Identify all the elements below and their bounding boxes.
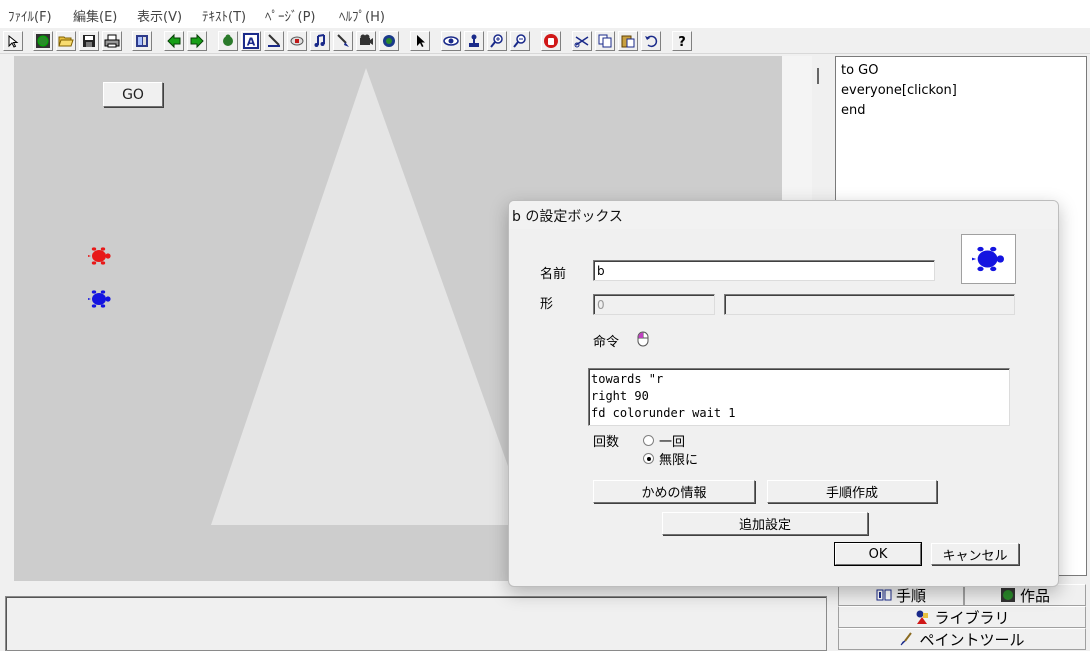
turtle-icon	[971, 246, 1004, 272]
make-procedure-button[interactable]: 手順作成	[767, 480, 937, 503]
shape-field: 0	[593, 294, 715, 315]
procedure-line: everyone[clickon]	[841, 83, 957, 98]
procedure-line: to GO	[841, 63, 879, 78]
menu-text[interactable]: ﾃｷｽﾄ(T)	[202, 6, 246, 25]
globe-icon	[1000, 588, 1015, 602]
help-icon[interactable]: ?	[672, 31, 692, 51]
svg-text:A: A	[247, 36, 256, 49]
turtle-red[interactable]	[87, 244, 113, 268]
text-box-icon[interactable]: A	[241, 31, 261, 51]
menubar: ﾌｧｲﾙ(F) 編集(E) 表示(V) ﾃｷｽﾄ(T) ﾍﾟｰｼﾞ(P) ﾍﾙﾌ…	[0, 0, 1090, 28]
camera-icon[interactable]	[356, 31, 376, 51]
tab-procedures-label: 手順	[895, 586, 926, 605]
copy-icon[interactable]	[595, 31, 615, 51]
turtle-icon[interactable]	[379, 31, 399, 51]
tab-procedures[interactable]: 手順	[838, 584, 964, 606]
go-button[interactable]: GO	[103, 82, 163, 107]
arrow-cursor-icon[interactable]	[410, 31, 430, 51]
settings-dialog: b の設定ボックス 名前 b 形 0 命令 towards "r right 9…	[508, 200, 1059, 587]
scissors-icon[interactable]	[572, 31, 592, 51]
menu-edit[interactable]: 編集(E)	[73, 6, 117, 25]
zoom-out-icon[interactable]	[510, 31, 530, 51]
pointer-tool-icon[interactable]	[3, 31, 23, 51]
command-label: 命令	[593, 335, 620, 350]
name-label: 名前	[540, 267, 567, 282]
svg-text:?: ?	[678, 35, 686, 49]
radio-circle-checked	[643, 453, 654, 464]
canvas-left-margin	[0, 56, 14, 588]
forward-arrow-icon[interactable]	[187, 31, 207, 51]
dialog-titlebar[interactable]: b の設定ボックス	[509, 201, 1058, 229]
tab-works-label: 作品	[1019, 586, 1050, 605]
repeat-label: 回数	[593, 435, 620, 450]
command-line: right 90	[591, 389, 649, 403]
menu-file[interactable]: ﾌｧｲﾙ(F)	[8, 6, 52, 25]
back-arrow-icon[interactable]	[164, 31, 184, 51]
paint-brush-icon[interactable]	[333, 31, 353, 51]
toolbar: A ?	[0, 28, 1090, 54]
triangle-polygon	[211, 68, 529, 525]
tab-library-label: ライブラリ	[934, 608, 1010, 627]
procedure-line: end	[841, 103, 866, 118]
command-line: towards "r	[591, 372, 664, 386]
radio-circle	[643, 435, 654, 446]
tab-paint-tools[interactable]: ペイントツール	[838, 628, 1086, 650]
open-folder-icon[interactable]	[56, 31, 76, 51]
dialog-title: b の設定ボックス	[512, 209, 623, 225]
stamp-icon[interactable]	[464, 31, 484, 51]
undo-icon[interactable]	[641, 31, 661, 51]
additional-settings-button[interactable]: 追加設定	[662, 512, 868, 535]
repeat-once-label: 一回	[659, 435, 686, 450]
command-line: fd colorunder wait 1	[591, 406, 736, 420]
splitter-handle[interactable]	[817, 68, 819, 84]
tab-library[interactable]: ライブラリ	[838, 606, 1086, 628]
command-textarea[interactable]: towards "r right 90 fd colorunder wait 1	[588, 368, 1010, 426]
book-icon	[876, 589, 892, 601]
paste-icon[interactable]	[618, 31, 638, 51]
page-icon[interactable]	[132, 31, 152, 51]
menu-page[interactable]: ﾍﾟｰｼﾞ(P)	[265, 6, 315, 25]
menu-help[interactable]: ﾍﾙﾌﾟ(H)	[339, 6, 385, 25]
tab-paint-tools-label: ペイントツール	[919, 630, 1025, 649]
shapes-icon	[916, 610, 929, 624]
paint-brush-icon	[901, 632, 913, 646]
hand-icon[interactable]	[218, 31, 238, 51]
turtle-info-button[interactable]: かめの情報	[593, 480, 755, 503]
pen-icon[interactable]	[264, 31, 284, 51]
repeat-forever-radio[interactable]: 無限に	[643, 449, 698, 468]
turtle-blue[interactable]	[87, 287, 113, 311]
print-icon[interactable]	[102, 31, 122, 51]
shape-label: 形	[540, 297, 554, 312]
shape-extra-field	[724, 294, 1015, 315]
globe-icon[interactable]	[33, 31, 53, 51]
shape-preview[interactable]	[961, 234, 1016, 284]
slider-icon[interactable]	[287, 31, 307, 51]
music-icon[interactable]	[310, 31, 330, 51]
repeat-once-radio[interactable]: 一回	[643, 431, 685, 450]
command-center[interactable]	[5, 596, 827, 651]
save-disk-icon[interactable]	[79, 31, 99, 51]
tab-works[interactable]: 作品	[964, 584, 1086, 606]
mouse-icon	[637, 331, 649, 347]
repeat-forever-label: 無限に	[659, 453, 699, 468]
ok-button[interactable]: OK	[834, 542, 922, 566]
zoom-in-icon[interactable]	[487, 31, 507, 51]
cancel-button[interactable]: キャンセル	[931, 543, 1019, 565]
name-field[interactable]: b	[593, 260, 935, 281]
eye-icon[interactable]	[441, 31, 461, 51]
menu-view[interactable]: 表示(V)	[137, 6, 182, 25]
stop-hand-icon[interactable]	[541, 31, 561, 51]
